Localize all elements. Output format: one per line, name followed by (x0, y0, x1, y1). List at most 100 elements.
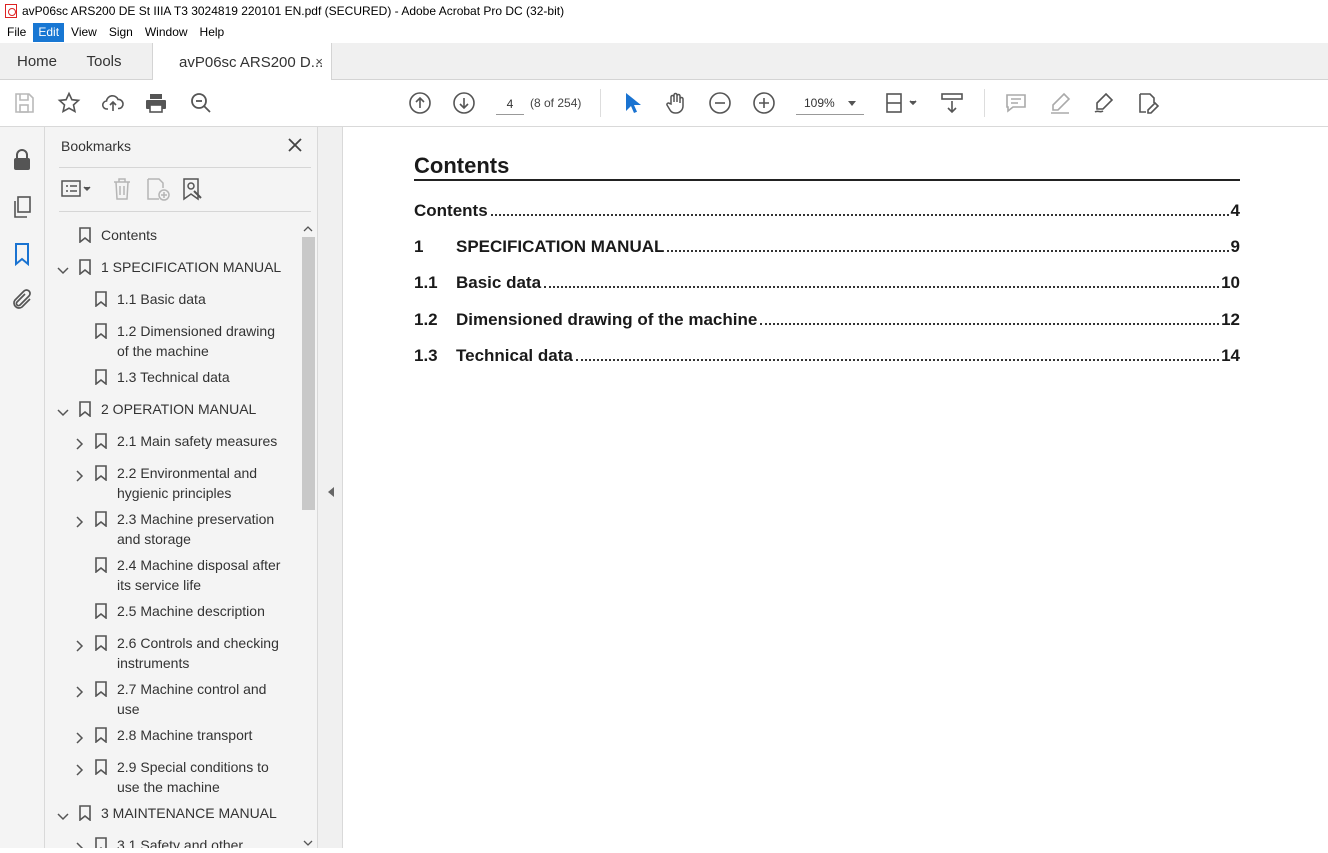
bookmark-item[interactable]: 2.1 Main safety measures (45, 431, 300, 451)
bookmark-item[interactable]: 3 MAINTENANCE MANUAL (45, 803, 300, 823)
draw-signature-icon[interactable] (1092, 91, 1116, 115)
bookmark-label: 2.1 Main safety measures (117, 433, 278, 449)
bookmark-item[interactable]: 1.3 Technical data (45, 367, 300, 387)
new-bookmark-icon[interactable] (145, 177, 171, 201)
scroll-thumb[interactable] (302, 237, 315, 510)
tab-document[interactable]: avP06sc ARS200 D... × (152, 43, 332, 81)
pages-thumbnail-icon[interactable] (10, 195, 34, 219)
panel-splitter[interactable] (317, 127, 343, 848)
toolbar-divider (600, 89, 601, 117)
bookmark-item[interactable]: 1 SPECIFICATION MANUAL (45, 257, 300, 277)
toc-page-number: 12 (1221, 310, 1240, 329)
print-icon[interactable] (144, 91, 168, 115)
page-number-input[interactable] (496, 93, 524, 115)
cloud-upload-icon[interactable] (101, 91, 125, 115)
bookmark-item[interactable]: 2.3 Machine preservation and storage (45, 509, 300, 549)
zoom-in-icon[interactable] (752, 91, 776, 115)
menu-help[interactable]: Help (195, 23, 230, 42)
chevron-down-icon[interactable] (57, 403, 69, 417)
bookmark-tools (59, 175, 311, 203)
bookmark-item[interactable]: 2.8 Machine transport (45, 725, 300, 745)
window-title: avP06sc ARS200 DE St IIIA T3 3024819 220… (22, 4, 565, 18)
menu-edit[interactable]: Edit (33, 23, 65, 42)
save-icon[interactable] (12, 91, 36, 115)
bookmark-item[interactable]: 2.6 Controls and checking instruments (45, 633, 300, 673)
bookmark-item[interactable]: 2.9 Special conditions to use the machine (45, 757, 300, 797)
chevron-right-icon[interactable] (73, 839, 85, 848)
chevron-right-icon[interactable] (73, 435, 85, 450)
close-tab-icon[interactable]: × (315, 54, 323, 69)
menu-sign[interactable]: Sign (104, 23, 138, 42)
highlight-icon[interactable] (1048, 91, 1072, 115)
hand-tool-icon[interactable] (664, 91, 688, 115)
bookmark-icon (95, 369, 107, 386)
next-page-icon[interactable] (452, 91, 476, 115)
bookmark-icon (79, 227, 91, 244)
bookmark-options-icon[interactable] (61, 179, 93, 199)
menu-file[interactable]: File (2, 23, 31, 42)
tab-bar: Home Tools avP06sc ARS200 D... × (0, 43, 1328, 81)
lock-icon[interactable] (10, 148, 34, 172)
zoom-out-icon[interactable] (708, 91, 732, 115)
star-icon[interactable] (57, 91, 81, 115)
chevron-down-icon[interactable] (57, 807, 69, 821)
chevron-right-icon[interactable] (73, 729, 85, 744)
bookmark-item[interactable]: 2.2 Environmental and hygienic principles (45, 463, 300, 503)
zoom-level-dropdown[interactable]: 109% (796, 93, 864, 115)
close-panel-icon[interactable] (287, 137, 303, 153)
bookmarks-scrollbar[interactable] (300, 219, 317, 848)
toc-page-number: 14 (1221, 346, 1240, 365)
menu-window[interactable]: Window (140, 23, 193, 42)
bookmark-item[interactable]: 2.4 Machine disposal after its service li… (45, 555, 300, 595)
toc-entry[interactable]: Contents 4 (414, 201, 1240, 223)
bookmark-item[interactable]: 2 OPERATION MANUAL (45, 399, 300, 419)
bookmark-label-continued: its service life (117, 577, 202, 593)
toc-entry[interactable]: 1.2 Dimensioned drawing of the machine 12 (414, 310, 1240, 332)
select-cursor-icon[interactable] (620, 91, 644, 115)
bookmark-icon (95, 465, 107, 482)
toc-entry[interactable]: 1.1 Basic data 10 (414, 273, 1240, 295)
toc-entry[interactable]: 1.3 Technical data 14 (414, 346, 1240, 368)
menu-view[interactable]: View (66, 23, 102, 42)
bookmark-item[interactable]: 2.5 Machine description (45, 601, 300, 621)
bookmark-item[interactable]: 3.1 Safety and other (45, 835, 300, 848)
zoom-search-icon[interactable] (189, 91, 213, 115)
panel-title: Bookmarks (61, 138, 132, 154)
chevron-right-icon[interactable] (73, 761, 85, 776)
find-bookmark-icon[interactable] (181, 177, 205, 201)
bookmark-label: 1 SPECIFICATION MANUAL (101, 259, 282, 275)
scroll-mode-icon[interactable] (940, 91, 964, 115)
bookmark-label-continued: of the machine (117, 343, 209, 359)
chevron-right-icon[interactable] (73, 513, 85, 528)
chevron-right-icon[interactable] (73, 683, 85, 698)
chevron-right-icon[interactable] (73, 637, 85, 652)
document-view: Contents Contents 4 1 SPECIFICATION MANUAL 9… (343, 127, 1328, 848)
tab-document-label: avP06sc ARS200 D... (179, 53, 324, 71)
chevron-down-icon[interactable] (57, 261, 69, 275)
bookmark-label: 2.3 Machine preservation (117, 511, 275, 527)
chevron-right-icon[interactable] (73, 467, 85, 482)
delete-bookmark-icon[interactable] (111, 177, 133, 201)
comment-icon[interactable] (1004, 91, 1028, 115)
toc-leader (490, 214, 1229, 216)
bookmark-icon (79, 805, 91, 822)
bookmark-item[interactable]: Contents (45, 225, 300, 245)
toc-leader (760, 323, 1220, 325)
bookmark-panel-icon[interactable] (10, 242, 34, 267)
tab-tools[interactable]: Tools (74, 43, 152, 79)
bookmark-icon (95, 291, 107, 308)
scroll-up-icon[interactable] (303, 221, 313, 232)
previous-page-icon[interactable] (408, 91, 432, 115)
page-display-icon[interactable] (884, 91, 918, 115)
collapse-panel-icon[interactable] (328, 487, 334, 497)
bookmark-item[interactable]: 1.1 Basic data (45, 289, 300, 309)
toc-entry[interactable]: 1 SPECIFICATION MANUAL 9 (414, 237, 1240, 259)
bookmark-item[interactable]: 2.7 Machine control and use (45, 679, 300, 719)
bookmark-item[interactable]: 1.2 Dimensioned drawing of the machine (45, 321, 300, 361)
scroll-down-icon[interactable] (303, 835, 313, 846)
bookmark-icon (95, 759, 107, 776)
attachment-icon[interactable] (10, 288, 34, 312)
tab-home[interactable]: Home (0, 43, 74, 79)
title-bar: avP06sc ARS200 DE St IIIA T3 3024819 220… (0, 0, 1328, 22)
edit-pdf-icon[interactable] (1136, 91, 1160, 115)
